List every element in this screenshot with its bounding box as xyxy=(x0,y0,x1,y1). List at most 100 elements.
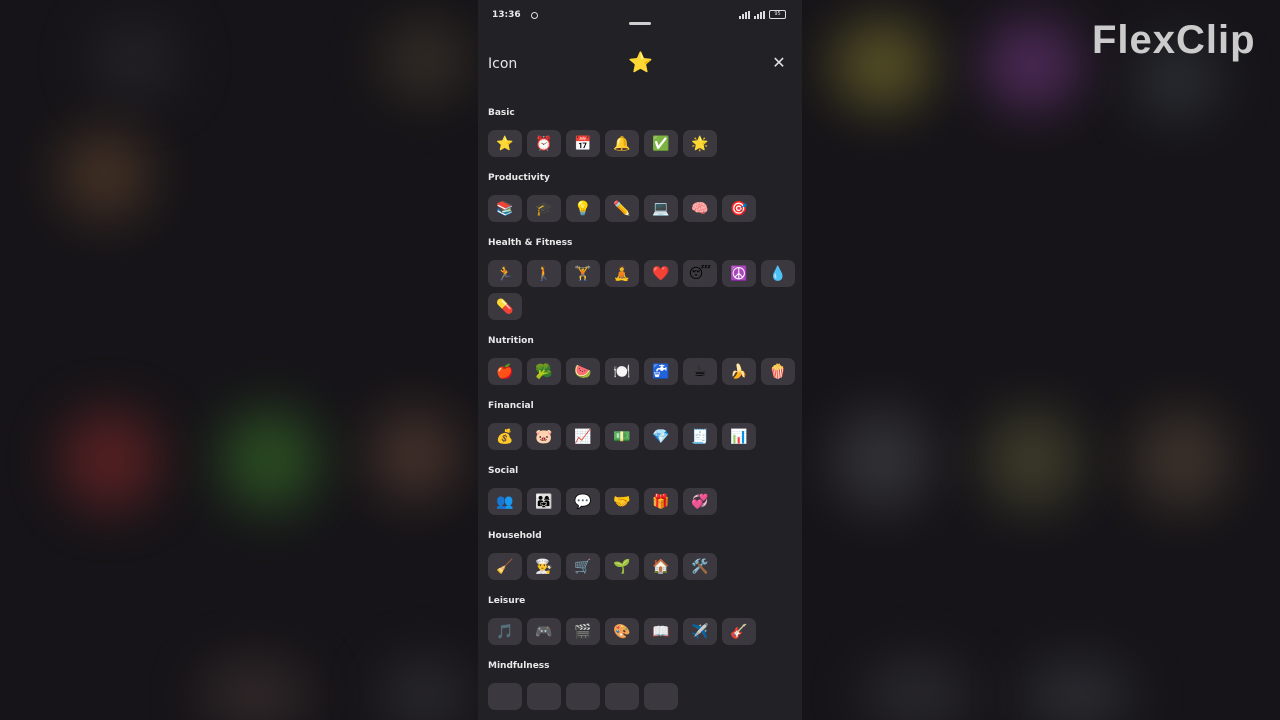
icon-option-button[interactable]: ❤️ xyxy=(644,260,678,287)
icon-option-button[interactable]: ☕ xyxy=(683,358,717,385)
icon-option-button[interactable]: ⭐ xyxy=(488,130,522,157)
icon-option-button[interactable]: 🎁 xyxy=(644,488,678,515)
icon-option-button[interactable]: 📅 xyxy=(566,130,600,157)
icon-option-button[interactable]: 🍎 xyxy=(488,358,522,385)
icon-option-button[interactable]: 🚰 xyxy=(644,358,678,385)
icon-option-button[interactable]: ✈️ xyxy=(683,618,717,645)
icon-option-button[interactable]: 🎓 xyxy=(527,195,561,222)
icon-option-button[interactable]: 🐷 xyxy=(527,423,561,450)
icon-option-button[interactable]: 👨‍🍳 xyxy=(527,553,561,580)
icon-grid: 📚 🎓 💡 ✏️ 💻 🧠 🎯 xyxy=(488,195,796,222)
icon-option-button[interactable]: 🍽️ xyxy=(605,358,639,385)
icon-section-health-fitness: Health & Fitness 🏃 🚶 🏋️ 🧘 ❤️ 😴 ☮️ 💧 💊 xyxy=(488,234,796,320)
icon-grid: 👥 👨‍👩‍👧 💬 🤝 🎁 💞 xyxy=(488,488,796,515)
icon-option-button[interactable]: 🧘 xyxy=(605,260,639,287)
icon-option-button[interactable]: 💎 xyxy=(644,423,678,450)
icon-option-button[interactable] xyxy=(644,683,678,710)
icon-option-button[interactable]: 🎮 xyxy=(527,618,561,645)
icon-option-button[interactable]: 🎸 xyxy=(722,618,756,645)
icon-grid: 🎵 🎮 🎬 🎨 📖 ✈️ 🎸 xyxy=(488,618,796,645)
icon-section-nutrition: Nutrition 🍎 🥦 🍉 🍽️ 🚰 ☕ 🍌 🍿 xyxy=(488,332,796,385)
icon-grid: 💰 🐷 📈 💵 💎 🧾 📊 xyxy=(488,423,796,450)
icon-section-basic: Basic ⭐ ⏰ 📅 🔔 ✅ 🌟 xyxy=(488,104,796,157)
close-button[interactable]: ✕ xyxy=(770,54,788,72)
icon-option-button[interactable]: 🛠️ xyxy=(683,553,717,580)
icon-grid xyxy=(488,683,796,710)
section-title: Productivity xyxy=(488,173,550,183)
notification-icon xyxy=(531,12,538,19)
section-title: Leisure xyxy=(488,596,526,606)
icon-option-button[interactable]: 📚 xyxy=(488,195,522,222)
flexclip-watermark: FlexClip xyxy=(1092,18,1256,62)
section-title: Nutrition xyxy=(488,336,534,346)
blurred-background-left xyxy=(0,0,478,720)
icon-option-button[interactable]: 💊 xyxy=(488,293,522,320)
icon-grid: 🧹 👨‍🍳 🛒 🌱 🏠 🛠️ xyxy=(488,553,796,580)
icon-option-button[interactable]: ✅ xyxy=(644,130,678,157)
icon-section-financial: Financial 💰 🐷 📈 💵 💎 🧾 📊 xyxy=(488,397,796,450)
icon-option-button[interactable]: 🧾 xyxy=(683,423,717,450)
icon-option-button[interactable]: 🧠 xyxy=(683,195,717,222)
icon-option-button[interactable]: 🧹 xyxy=(488,553,522,580)
phone-screen: 13:36 95 Icon ⭐ ✕ Basic ⭐ ⏰ 📅 🔔 ✅ 🌟 Productivit… xyxy=(478,0,802,720)
icon-option-button[interactable]: 🍿 xyxy=(761,358,795,385)
sheet-drag-handle[interactable] xyxy=(629,22,651,25)
icon-option-button[interactable]: 👨‍👩‍👧 xyxy=(527,488,561,515)
signal-icon xyxy=(739,10,750,19)
icon-section-social: Social 👥 👨‍👩‍👧 💬 🤝 🎁 💞 xyxy=(488,462,796,515)
icon-option-button[interactable]: 🚶 xyxy=(527,260,561,287)
battery-icon: 95 xyxy=(769,10,786,19)
section-title: Health & Fitness xyxy=(488,238,573,248)
icon-option-button[interactable]: 🏋️ xyxy=(566,260,600,287)
icon-option-button[interactable]: ✏️ xyxy=(605,195,639,222)
icon-grid: 🏃 🚶 🏋️ 🧘 ❤️ 😴 ☮️ 💧 💊 xyxy=(488,260,796,320)
icon-option-button[interactable] xyxy=(566,683,600,710)
sheet-header: Icon ⭐ ✕ xyxy=(488,50,788,78)
icon-option-button[interactable]: 🎯 xyxy=(722,195,756,222)
icon-section-mindfulness: Mindfulness xyxy=(488,657,796,710)
icon-option-button[interactable]: 💡 xyxy=(566,195,600,222)
icon-option-button[interactable]: 🎨 xyxy=(605,618,639,645)
icon-sections: Basic ⭐ ⏰ 📅 🔔 ✅ 🌟 Productivity 📚 🎓 💡 ✏️ 💻 🧠 🎯 Health & … xyxy=(488,104,796,720)
icon-option-button[interactable]: 🔔 xyxy=(605,130,639,157)
icon-option-button[interactable]: 📖 xyxy=(644,618,678,645)
sheet-title: Icon xyxy=(488,56,518,72)
blurred-background-right xyxy=(802,0,1280,720)
signal-icon-secondary xyxy=(754,10,765,19)
icon-option-button[interactable]: 🏠 xyxy=(644,553,678,580)
icon-option-button[interactable]: 💻 xyxy=(644,195,678,222)
section-title: Mindfulness xyxy=(488,661,550,671)
icon-option-button[interactable]: 🎵 xyxy=(488,618,522,645)
section-title: Household xyxy=(488,531,542,541)
icon-option-button[interactable]: 🤝 xyxy=(605,488,639,515)
icon-option-button[interactable] xyxy=(527,683,561,710)
status-indicators: 95 xyxy=(739,10,786,19)
icon-option-button[interactable]: 📊 xyxy=(722,423,756,450)
icon-option-button[interactable] xyxy=(605,683,639,710)
icon-option-button[interactable]: 🥦 xyxy=(527,358,561,385)
icon-option-button[interactable]: 🎬 xyxy=(566,618,600,645)
icon-option-button[interactable]: 💵 xyxy=(605,423,639,450)
icon-option-button[interactable]: 😴 xyxy=(683,260,717,287)
selected-icon-preview: ⭐ xyxy=(628,50,653,74)
icon-option-button[interactable]: 🏃 xyxy=(488,260,522,287)
icon-option-button[interactable]: 🍉 xyxy=(566,358,600,385)
icon-grid: 🍎 🥦 🍉 🍽️ 🚰 ☕ 🍌 🍿 xyxy=(488,358,796,385)
icon-option-button[interactable]: 🌟 xyxy=(683,130,717,157)
icon-option-button[interactable]: 📈 xyxy=(566,423,600,450)
icon-option-button[interactable]: 💞 xyxy=(683,488,717,515)
icon-section-productivity: Productivity 📚 🎓 💡 ✏️ 💻 🧠 🎯 xyxy=(488,169,796,222)
icon-option-button[interactable]: 🛒 xyxy=(566,553,600,580)
icon-option-button[interactable]: 💬 xyxy=(566,488,600,515)
icon-option-button[interactable]: 🍌 xyxy=(722,358,756,385)
icon-option-button[interactable]: ⏰ xyxy=(527,130,561,157)
icon-option-button[interactable] xyxy=(488,683,522,710)
status-time: 13:36 xyxy=(492,10,521,20)
icon-grid: ⭐ ⏰ 📅 🔔 ✅ 🌟 xyxy=(488,130,796,157)
icon-option-button[interactable]: 💰 xyxy=(488,423,522,450)
icon-option-button[interactable]: 🌱 xyxy=(605,553,639,580)
icon-option-button[interactable]: 💧 xyxy=(761,260,795,287)
icon-option-button[interactable]: ☮️ xyxy=(722,260,756,287)
icon-option-button[interactable]: 👥 xyxy=(488,488,522,515)
icon-section-leisure: Leisure 🎵 🎮 🎬 🎨 📖 ✈️ 🎸 xyxy=(488,592,796,645)
